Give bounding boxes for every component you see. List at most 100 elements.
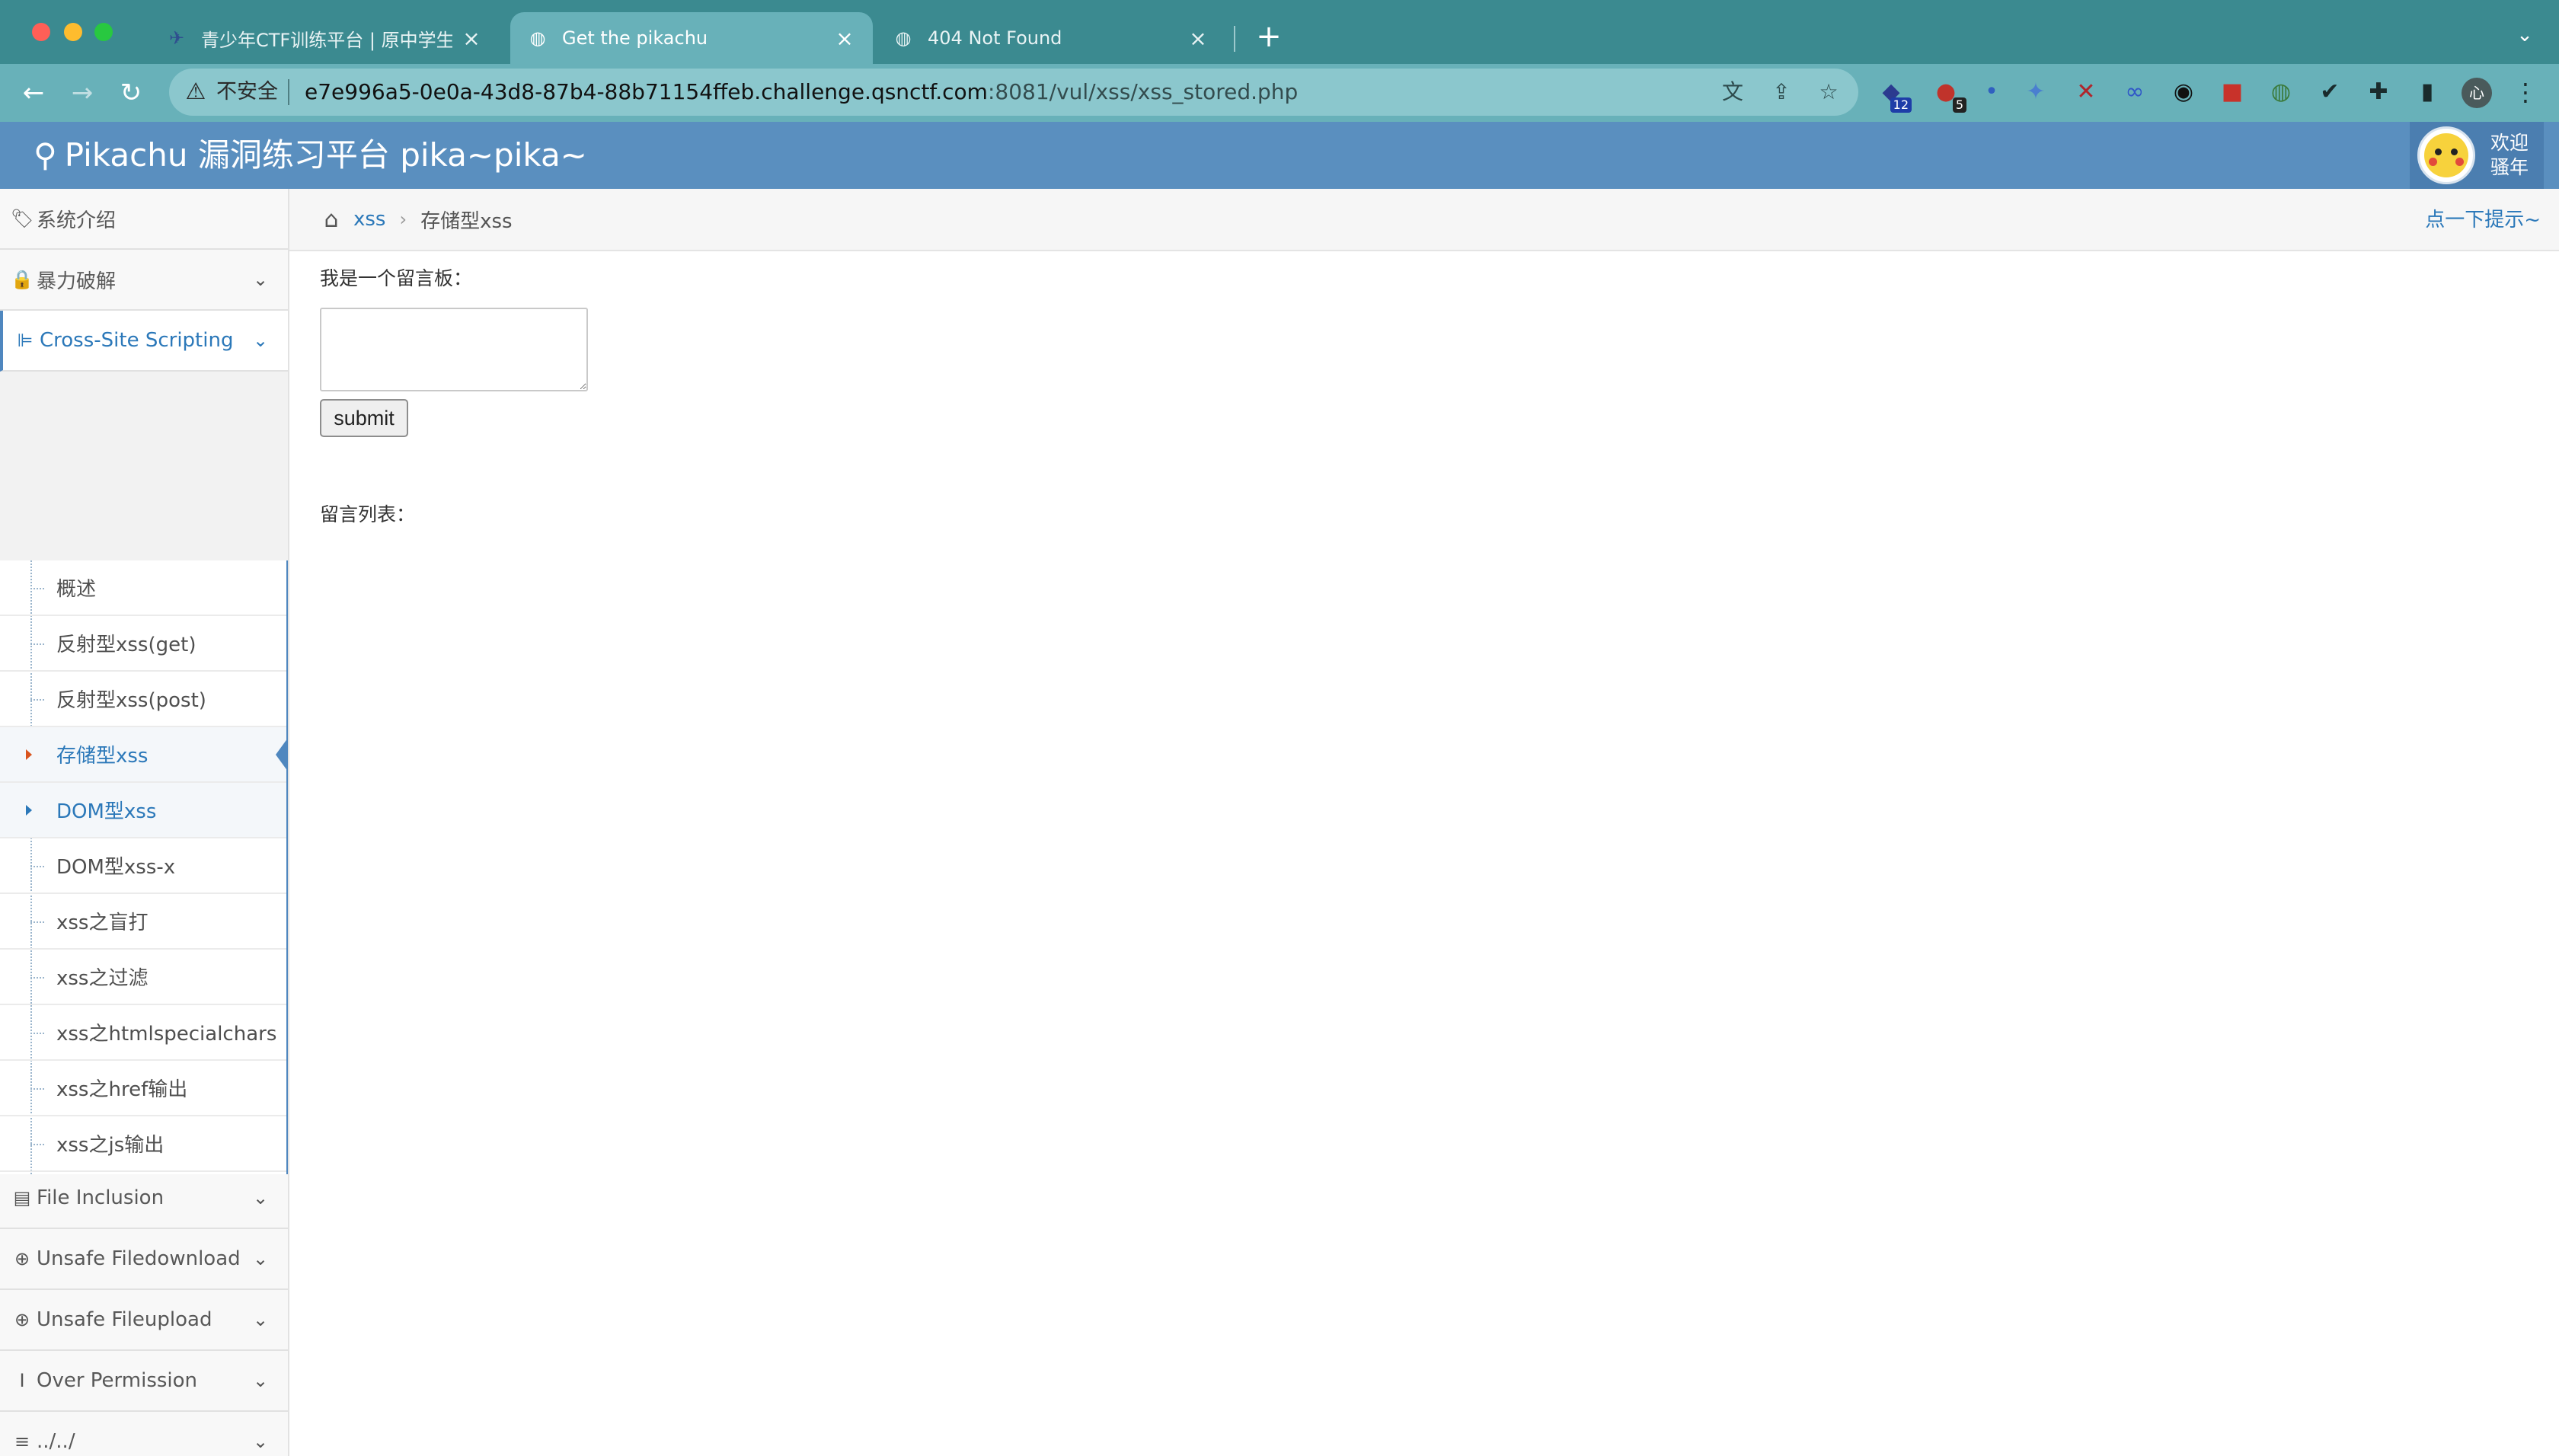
submenu-item[interactable]: 存储型xss — [0, 727, 286, 783]
tab-close-icon[interactable]: × — [1187, 26, 1209, 51]
main-content: 我是一个留言板： submit 留言列表： — [320, 251, 2529, 1439]
tags-icon: 🏷 — [11, 208, 34, 229]
extension-flag-icon[interactable]: ■ — [2216, 76, 2248, 108]
globe-icon: ◍ — [895, 27, 912, 49]
message-list-label: 留言列表： — [320, 503, 416, 525]
submenu-item[interactable]: DOM型xss — [0, 783, 286, 838]
breadcrumb: ⌂ xss › 存储型xss 点一下提示~ — [289, 189, 2559, 251]
window-close-button[interactable] — [32, 23, 50, 41]
chevron-down-icon: ⌄ — [252, 330, 269, 351]
security-label[interactable]: 不安全 — [216, 79, 278, 105]
chevron-down-icon: ⌄ — [252, 269, 269, 290]
extension-badge: 12 — [1890, 97, 1912, 113]
tab-title: 404 Not Found — [928, 27, 1062, 49]
submenu-tree-branch — [30, 1033, 44, 1034]
text-height-icon: Ⅰ — [19, 1370, 25, 1391]
sidebar-item-label: ../../ — [37, 1430, 75, 1453]
sidebar-item-file-inclusion[interactable]: ▤ File Inclusion ⌄ — [0, 1168, 288, 1229]
tab-separator — [1234, 26, 1235, 52]
xss-submenu: 概述 反射型xss(get) 反射型xss(post) 存储型xss DOM型xss DO… — [0, 560, 288, 1174]
upload-circle-icon: ⊕ — [14, 1309, 30, 1330]
message-textarea[interactable] — [320, 308, 588, 391]
tab-ctf-platform[interactable]: ✈ 青少年CTF训练平台 | 原中学生C × — [149, 12, 500, 64]
caret-right-icon — [26, 749, 32, 760]
align-left-icon: ≡ — [14, 1431, 30, 1452]
share-icon[interactable]: ⇪ — [1767, 78, 1796, 107]
breadcrumb-current: 存储型xss — [420, 209, 513, 233]
browser-tab-bar: ✈ 青少年CTF训练平台 | 原中学生C × ◍ Get the pikachu… — [0, 0, 2559, 64]
breadcrumb-separator: › — [399, 209, 407, 230]
welcome-text: 欢迎骚年 — [2490, 132, 2529, 178]
extension-badge: 5 — [1952, 97, 1966, 113]
lock-icon: 🔒 — [11, 269, 34, 290]
new-tab-button[interactable]: + — [1254, 17, 1284, 56]
extension-globe-icon[interactable]: ◍ — [2265, 76, 2297, 108]
browser-menu-icon[interactable]: ⋮ — [2513, 76, 2538, 108]
caret-right-icon — [26, 805, 32, 816]
extension-mask-icon[interactable]: ∞ — [2119, 76, 2151, 108]
url-path: :8081/vul/xss/xss_stored.php — [987, 79, 1299, 104]
hint-link[interactable]: 点一下提示~ — [2425, 189, 2541, 251]
tab-get-the-pikachu[interactable]: ◍ Get the pikachu × — [510, 12, 873, 64]
window-minimize-button[interactable] — [64, 23, 82, 41]
sidebar-item-path[interactable]: ≡ ../../ ⌄ — [0, 1412, 288, 1456]
submenu-tree-branch — [30, 643, 44, 645]
app-title-text: Pikachu 漏洞练习平台 pika~pika~ — [64, 136, 587, 174]
list-tree-icon: ⊫ — [17, 330, 34, 351]
profile-avatar[interactable]: 心 — [2462, 78, 2492, 108]
chevron-down-icon: ⌄ — [252, 1370, 269, 1391]
window-zoom-button[interactable] — [94, 23, 113, 41]
extension-a-icon[interactable]: ◆ 12 — [1875, 76, 1912, 113]
sidebar-item-暴力破解[interactable]: 🔒 暴力破解 ⌄ — [0, 250, 288, 311]
extension-circle-icon[interactable]: ◉ — [2168, 76, 2200, 108]
tab-404-not-found[interactable]: ◍ 404 Not Found × — [876, 12, 1226, 64]
sidebar-item-label: Unsafe Filedownload — [37, 1247, 241, 1270]
globe-icon: ◍ — [529, 27, 546, 49]
download-circle-icon: ⊕ — [14, 1248, 30, 1269]
back-button[interactable]: ← — [18, 78, 49, 108]
forward-button[interactable]: → — [67, 78, 97, 108]
chevron-down-icon: ⌄ — [252, 1309, 269, 1330]
side-panel-icon[interactable]: ▮ — [2411, 76, 2443, 108]
extension-c-icon[interactable]: • — [1976, 76, 2008, 108]
sidebar-item-over-permission[interactable]: Ⅰ Over Permission ⌄ — [0, 1351, 288, 1412]
home-icon[interactable]: ⌂ — [317, 206, 346, 233]
tab-close-icon[interactable]: × — [460, 26, 483, 51]
sidebar-item-label: Cross-Site Scripting — [40, 329, 234, 352]
tab-title: 青少年CTF训练平台 | 原中学生C — [201, 29, 452, 51]
sidebar-item-系统介绍[interactable]: 🏷 系统介绍 — [0, 189, 288, 250]
reload-button[interactable]: ↻ — [116, 78, 146, 108]
address-bar[interactable]: ⚠ 不安全 e7e996a5-0e0a-43d8-87b4-88b71154ff… — [169, 69, 1858, 116]
submit-button[interactable]: submit — [320, 399, 408, 437]
tab-close-icon[interactable]: × — [833, 26, 856, 51]
sidebar-item-unsafe-filedownload[interactable]: ⊕ Unsafe Filedownload ⌄ — [0, 1229, 288, 1290]
user-box[interactable]: 欢迎骚年 — [2410, 122, 2544, 189]
submenu-tree-branch — [30, 1144, 44, 1145]
bookmark-star-icon[interactable]: ☆ — [1814, 78, 1843, 107]
tab-search-chevron-icon[interactable]: ⌄ — [2513, 20, 2536, 50]
warning-icon[interactable]: ⚠ — [183, 79, 209, 105]
key-icon: ⚲ — [34, 136, 57, 174]
tab-title: Get the pikachu — [562, 27, 708, 49]
submenu-tree-branch — [30, 977, 44, 979]
url-text[interactable]: e7e996a5-0e0a-43d8-87b4-88b71154ffeb.cha… — [305, 78, 1298, 107]
breadcrumb-link-xss[interactable]: xss — [353, 208, 385, 231]
chevron-down-icon: ⌄ — [252, 1248, 269, 1269]
sidebar-item-label: Unsafe Fileupload — [37, 1308, 212, 1331]
sidebar: 🏷系统介绍🔒暴力破解⌄⊫Cross-Site Scripting⌄⇱CSRF⌄✈… — [0, 189, 289, 1456]
submenu-tree-branch — [30, 866, 44, 867]
sidebar-item-label: 暴力破解 — [37, 270, 117, 293]
app-title[interactable]: ⚲ Pikachu 漏洞练习平台 pika~pika~ — [34, 122, 587, 189]
extensions-puzzle-icon[interactable]: ✚ — [2363, 76, 2394, 108]
message-board-label: 我是一个留言板： — [320, 267, 473, 289]
translate-icon[interactable]: 文 — [1718, 78, 1747, 107]
ctf-logo-icon: ✈ — [168, 27, 185, 49]
extension-d-icon[interactable]: ✦ — [2020, 76, 2052, 108]
extension-check-icon[interactable]: ✔ — [2314, 76, 2346, 108]
sidebar-item-unsafe-fileupload[interactable]: ⊕ Unsafe Fileupload ⌄ — [0, 1290, 288, 1351]
extension-x-icon[interactable]: ✕ — [2070, 76, 2102, 108]
sidebar-item-cross-site-scripting[interactable]: ⊫ Cross-Site Scripting ⌄ — [0, 311, 288, 372]
chevron-down-icon: ⌄ — [252, 1187, 269, 1209]
pikachu-avatar — [2417, 126, 2475, 184]
extension-b-icon[interactable]: ● 5 — [1930, 76, 1966, 113]
